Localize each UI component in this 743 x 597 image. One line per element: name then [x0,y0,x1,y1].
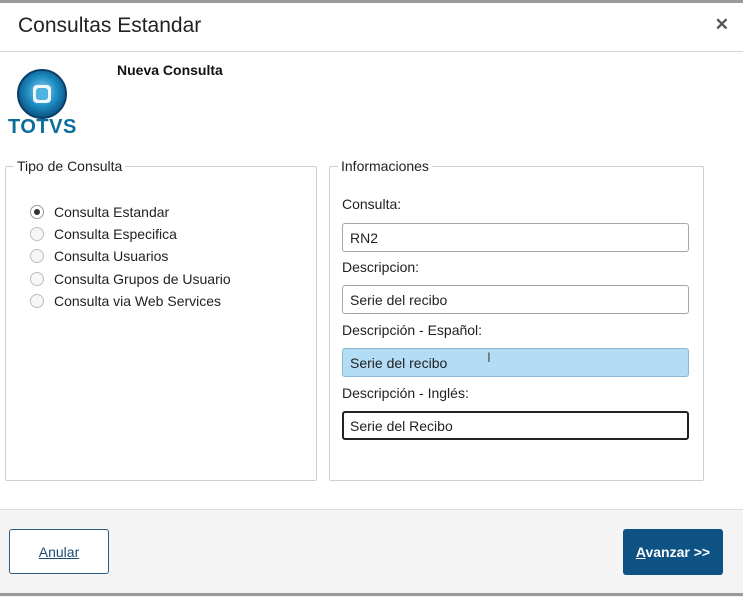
radio-consulta-web-services[interactable]: Consulta via Web Services [30,291,221,311]
descripcion-espanol-input[interactable] [342,348,689,377]
consulta-label: Consulta: [342,196,402,212]
descripcion-label: Descripcion: [342,259,420,275]
avanzar-label: vanzar >> [645,544,711,560]
avanzar-button[interactable]: Avanzar >> [623,529,723,575]
radio-label: Consulta via Web Services [54,293,222,309]
dialog-subtitle: Nueva Consulta [117,62,223,78]
descripcion-input[interactable] [342,285,689,314]
text-cursor-icon: I [487,349,491,365]
descripcion-ingles-label: Descripción - Inglés: [342,385,469,401]
radio-unchecked-icon[interactable] [30,272,44,286]
radio-unchecked-icon[interactable] [30,249,44,263]
radio-consulta-especifica[interactable]: Consulta Especifica [30,224,177,244]
logo-text: TOTVS [8,116,77,138]
descripcion-ingles-input[interactable] [342,411,689,440]
descripcion-espanol-label: Descripción - Español: [342,322,483,338]
consulta-input[interactable] [342,223,689,252]
informaciones-legend: Informaciones [341,158,429,174]
radio-unchecked-icon[interactable] [30,227,44,241]
tipo-de-consulta-group: Tipo de Consulta Consulta Estandar Consu… [5,158,317,481]
radio-label: Consulta Usuarios [54,248,169,264]
radio-label: Consulta Estandar [54,204,170,220]
header-area: TOTVS Nueva Consulta [0,52,743,152]
radio-label: Consulta Grupos de Usuario [54,271,231,287]
anular-button[interactable]: Anular [9,529,109,574]
radio-consulta-grupos[interactable]: Consulta Grupos de Usuario [30,269,231,289]
title-bar: Consultas Estandar ✕ [0,3,743,52]
dialog-footer: Anular Avanzar >> [0,509,743,597]
close-icon[interactable]: ✕ [715,16,729,33]
radio-consulta-usuarios[interactable]: Consulta Usuarios [30,246,168,266]
informaciones-group: Informaciones Consulta: Descripcion: Des… [329,158,704,481]
radio-consulta-estandar[interactable]: Consulta Estandar [30,202,169,222]
tipo-legend: Tipo de Consulta [17,158,123,174]
window-title: Consultas Estandar [18,14,202,37]
radio-unchecked-icon[interactable] [30,294,44,308]
radio-checked-icon[interactable] [30,205,44,219]
radio-label: Consulta Especifica [54,226,177,242]
